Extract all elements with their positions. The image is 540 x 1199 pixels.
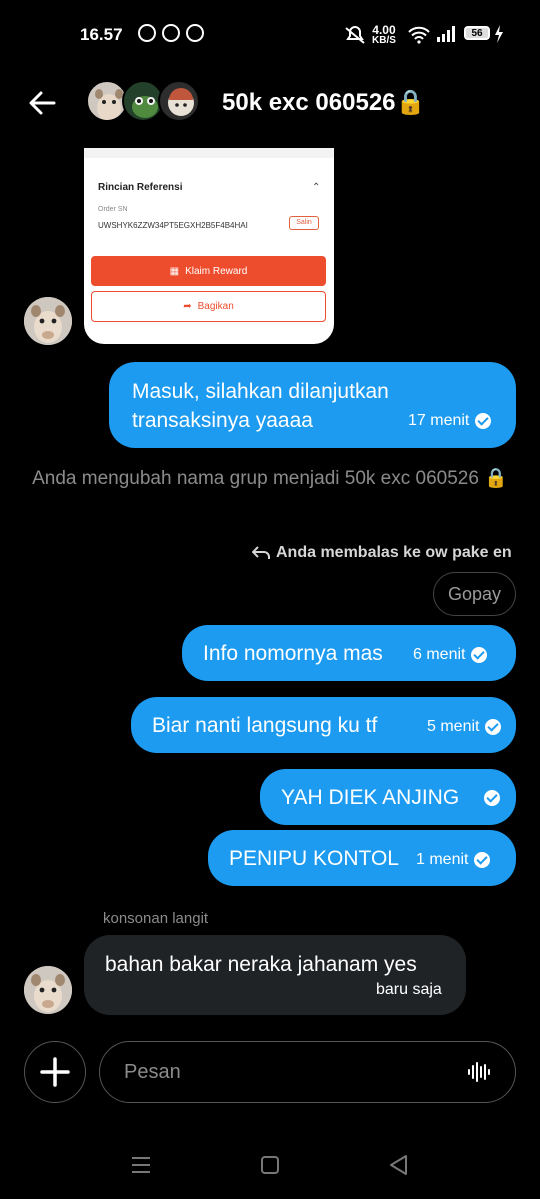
share-button: ➦ Bagikan <box>91 291 326 322</box>
message-text: Info nomornya mas <box>203 642 383 665</box>
claim-reward-label: Klaim Reward <box>185 265 248 277</box>
claim-reward-button: ▦ Klaim Reward <box>91 256 326 286</box>
plus-icon <box>40 1057 70 1087</box>
recent-apps-icon[interactable] <box>130 1152 152 1178</box>
system-message: Anda mengubah nama grup menjadi 50k exc … <box>32 468 508 489</box>
reply-header-text: Anda membalas ke ow pake en <box>276 544 512 561</box>
sent-check-icon <box>475 413 492 429</box>
sender-avatar[interactable] <box>24 297 72 345</box>
whatsapp-icon <box>138 24 156 42</box>
charging-icon <box>495 25 503 43</box>
outgoing-message[interactable]: Biar nanti langsung ku tf 5 menit <box>131 697 516 753</box>
card-top-strip <box>84 148 334 158</box>
message-text: PENIPU KONTOL <box>229 847 399 870</box>
share-arrow-icon: ➦ <box>183 301 192 312</box>
outgoing-message[interactable]: YAH DIEK ANJING <box>260 769 516 825</box>
network-speed: 4.00 KB/S <box>372 24 396 46</box>
message-time: 1 menit <box>416 851 469 868</box>
quoted-message[interactable]: Gopay <box>433 572 516 616</box>
back-nav-icon[interactable] <box>388 1152 410 1178</box>
wifi-icon <box>408 26 430 44</box>
group-avatar-anime[interactable] <box>158 80 200 122</box>
home-icon[interactable] <box>259 1152 281 1178</box>
message-meta <box>478 790 500 806</box>
voice-message-icon[interactable] <box>467 1060 491 1084</box>
message-time: 5 menit <box>427 718 480 735</box>
message-input-placeholder: Pesan <box>124 1061 181 1083</box>
whatsapp-business-icon <box>162 24 180 42</box>
notification-icons <box>138 24 204 42</box>
message-meta: 6 menit <box>413 646 488 664</box>
message-text: YAH DIEK ANJING <box>281 786 460 809</box>
message-text: bahan bakar neraka jahanam yes <box>105 953 417 976</box>
anime-avatar-image <box>168 88 194 116</box>
status-bar: 16.57 4.00 KB/S 56 <box>0 20 540 50</box>
message-input[interactable]: Pesan <box>99 1041 516 1103</box>
sent-check-icon <box>485 719 502 735</box>
order-sn-label: Order SN <box>98 206 128 213</box>
back-arrow-icon[interactable] <box>26 86 60 120</box>
message-time: baru saja <box>376 981 442 998</box>
outgoing-message[interactable]: PENIPU KONTOL 1 menit <box>208 830 516 886</box>
chevron-up-icon: ⌃ <box>312 182 321 193</box>
copy-button: Salin <box>289 216 319 230</box>
sent-check-icon <box>471 647 488 663</box>
card-section-title: Rincian Referensi <box>98 182 183 193</box>
message-text: Masuk, silahkan dilanjutkan transaksinya… <box>132 380 389 432</box>
sender-avatar[interactable] <box>24 966 72 1014</box>
outgoing-message[interactable]: Info nomornya mas 6 menit <box>182 625 516 681</box>
signal-icon <box>437 26 455 42</box>
sent-check-icon <box>474 852 491 868</box>
reply-header: Anda membalas ke ow pake en <box>252 544 512 562</box>
message-meta: 5 menit <box>427 718 502 736</box>
message-time: 17 menit <box>408 412 470 429</box>
network-speed-unit: KB/S <box>372 35 396 46</box>
hamster-avatar-image <box>24 966 72 1014</box>
share-label: Bagikan <box>197 301 234 312</box>
chat-bubble-icon <box>186 24 204 42</box>
status-time: 16.57 <box>80 25 123 44</box>
gift-icon: ▦ <box>169 265 180 277</box>
order-sn-value: UWSHYK6ZZW34PT5EGXH2B5F4B4HAI <box>98 221 248 230</box>
message-text: Biar nanti langsung ku tf <box>152 714 378 737</box>
message-time: 6 menit <box>413 646 466 663</box>
hamster-avatar-image <box>24 297 72 345</box>
reply-arrow-icon <box>252 546 270 559</box>
mute-icon <box>345 26 365 44</box>
battery-indicator: 56 <box>464 26 490 40</box>
add-attachment-button[interactable] <box>24 1041 86 1103</box>
message-meta: 17 menit <box>408 412 492 430</box>
image-attachment[interactable]: Rincian Referensi ⌃ Order SN UWSHYK6ZZW3… <box>84 148 334 344</box>
group-title[interactable]: 50k exc 060526🔒 <box>222 88 425 117</box>
message-meta: 1 menit <box>416 851 491 869</box>
sent-check-icon <box>484 790 500 806</box>
sender-name: konsonan langit <box>103 910 209 927</box>
incoming-message[interactable]: bahan bakar neraka jahanam yes baru saja <box>84 935 466 1015</box>
outgoing-message[interactable]: Masuk, silahkan dilanjutkan transaksinya… <box>109 362 516 448</box>
